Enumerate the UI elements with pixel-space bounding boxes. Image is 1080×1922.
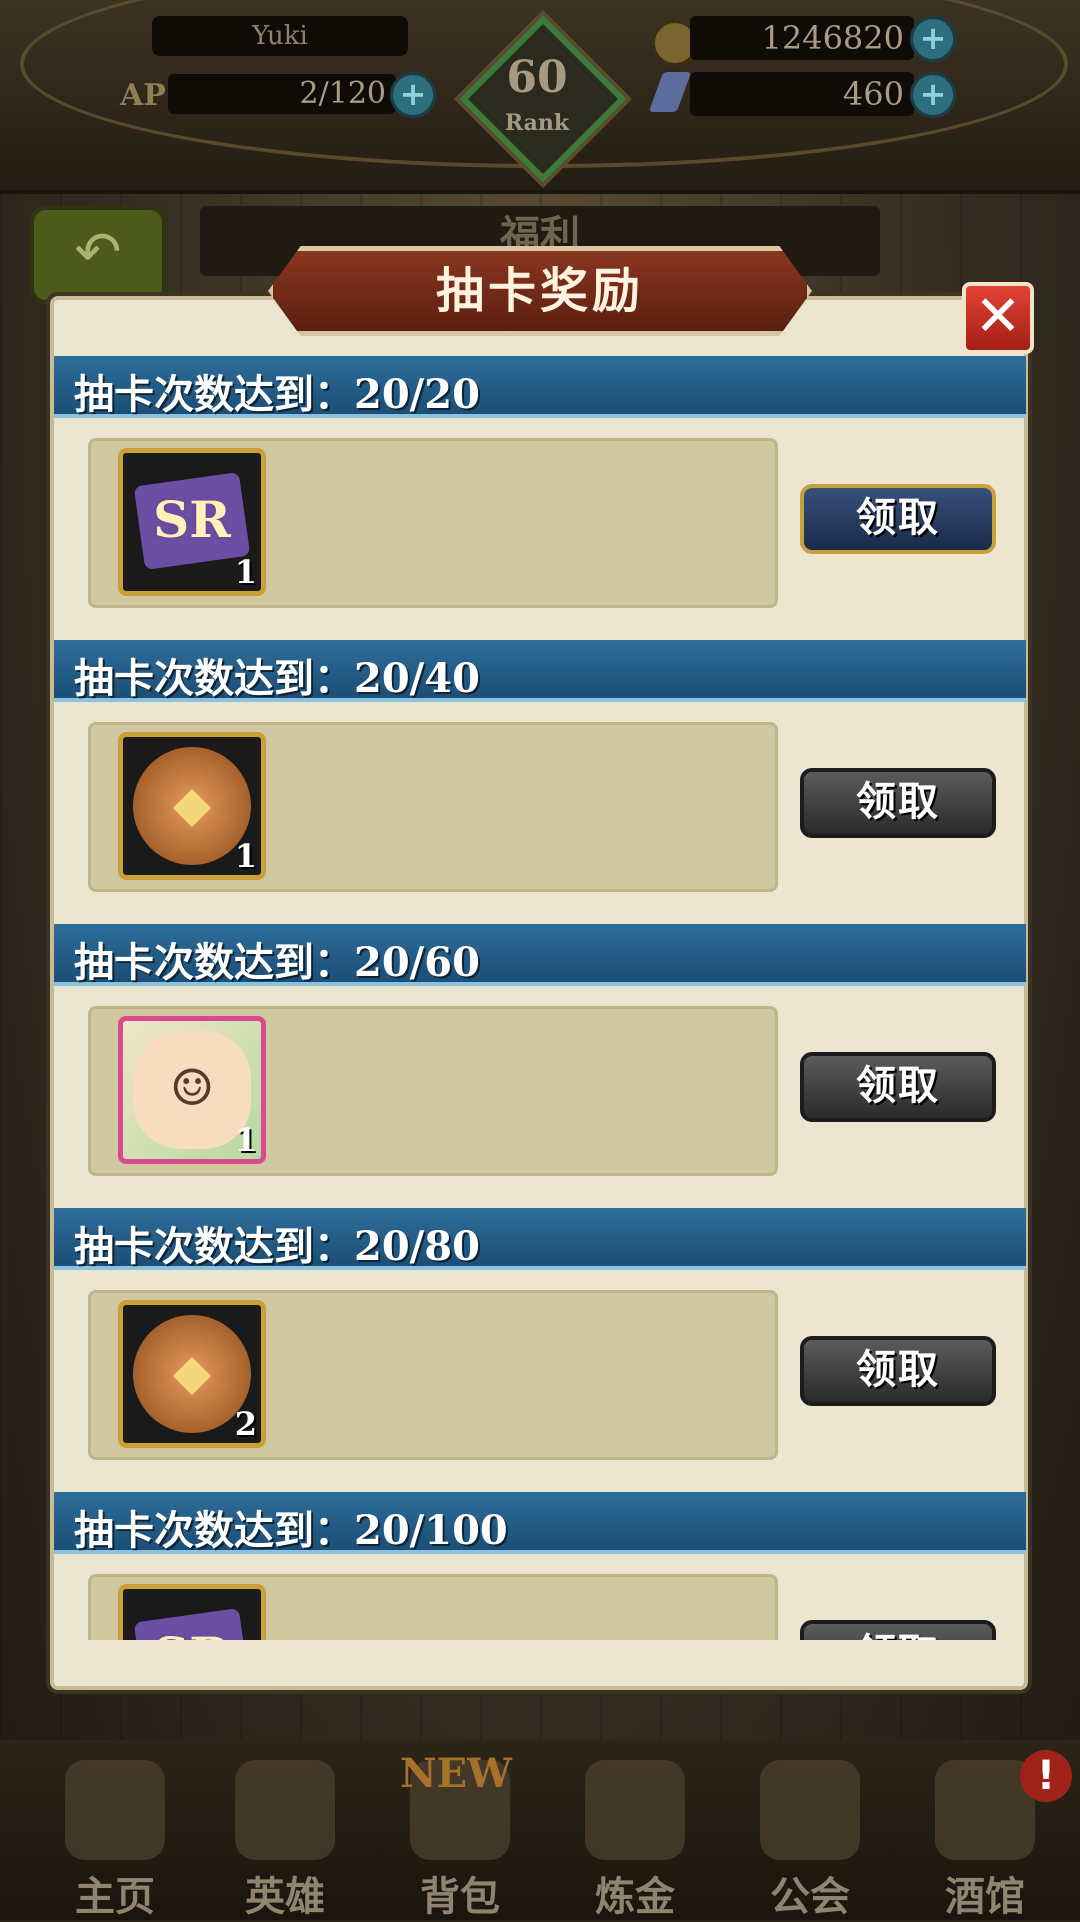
nav-item-alchemy[interactable]: 炼金 [550,1740,720,1920]
reward-item-header: 抽卡次数达到：20/80 [54,1208,1026,1270]
crest-icon[interactable]: ◆ 1 [118,732,266,880]
alert-badge: ! [1020,1750,1072,1802]
back-arrow-icon: ↶ [74,220,122,285]
ap-value: 2/120 [168,74,396,114]
reward-quantity: 1 [234,837,257,875]
player-name: Yuki [152,16,408,56]
nav-label: 主页 [75,1873,155,1920]
reward-requirement: 抽卡次数达到：20/80 [74,1223,480,1270]
nav-item-home[interactable]: 主页 [30,1740,200,1920]
reward-item: 抽卡次数达到：20/80 ◆ 2 领取 [54,1208,1026,1492]
reward-requirement: 抽卡次数达到：20/20 [74,371,480,418]
reward-glyph: SR [123,1589,261,1640]
add-ap-button[interactable]: + [390,72,436,118]
reward-quantity: 2 [234,1405,257,1443]
hero-helmet-icon [235,1760,335,1860]
reward-item-header: 抽卡次数达到：20/20 [54,356,1026,418]
new-badge: NEW [400,1750,512,1797]
nav-label: 酒馆 [945,1873,1025,1920]
nav-label: 炼金 [595,1873,675,1920]
sr-ticket-icon[interactable]: SR [118,1584,266,1640]
bottom-navigation: 主页 英雄 背包 炼金 公会 酒馆 [0,1740,1080,1920]
nav-item-guild[interactable]: 公会 [725,1740,895,1920]
reward-item-header: 抽卡次数达到：20/100 [54,1492,1026,1554]
add-gems-button[interactable]: + [910,72,956,118]
reward-item: 抽卡次数达到：20/20 SR 1 领取 [54,356,1026,640]
reward-item: 抽卡次数达到：20/40 ◆ 1 领取 [54,640,1026,924]
reward-item: 抽卡次数达到：20/60 ☺ 1 领取 [54,924,1026,1208]
ap-label: AP [120,78,166,113]
nav-label: 公会 [770,1873,850,1920]
reward-requirement: 抽卡次数达到：20/40 [74,655,480,702]
claim-button[interactable]: 领取 [800,768,996,838]
rank-badge: 60 Rank [459,15,627,183]
reward-quantity: 1 [234,553,257,591]
back-button[interactable]: ↶ [30,206,166,304]
modal-title: 抽卡奖励 [268,246,812,336]
top-status-bar: Yuki AP 2/120 + 60 Rank 1246820 + 460 + [0,0,1080,194]
nav-label: 英雄 [245,1873,325,1920]
reward-item-header: 抽卡次数达到：20/60 [54,924,1026,986]
hero-portrait-icon[interactable]: ☺ 1 [118,1016,266,1164]
claim-button[interactable]: 领取 [800,1620,996,1640]
claim-button[interactable]: 领取 [800,1336,996,1406]
rank-label: Rank [504,110,570,136]
reward-item-header: 抽卡次数达到：20/40 [54,640,1026,702]
reward-requirement: 抽卡次数达到：20/60 [74,939,480,986]
reward-requirement: 抽卡次数达到：20/100 [74,1507,508,1554]
crest-icon[interactable]: ◆ 2 [118,1300,266,1448]
coin-count: 1246820 [690,16,914,60]
nav-item-heroes[interactable]: 英雄 [200,1740,370,1920]
claim-button[interactable]: 领取 [800,1052,996,1122]
castle-icon [65,1760,165,1860]
sr-ticket-icon[interactable]: SR 1 [118,448,266,596]
close-button[interactable]: ✕ [962,282,1034,354]
add-coins-button[interactable]: + [910,16,956,62]
rank-number: 60 [506,52,568,103]
guild-shield-icon [760,1760,860,1860]
nav-label: 背包 [420,1873,500,1920]
gem-count: 460 [690,72,914,116]
reward-item: 抽卡次数达到：20/100 SR 领取 [54,1492,1026,1640]
claim-button[interactable]: 领取 [800,484,996,554]
reward-list[interactable]: 抽卡次数达到：20/20 SR 1 领取 抽卡次数达到：20/40 ◆ 1 领取… [54,356,1026,1640]
reward-quantity: 1 [234,1121,257,1159]
alchemy-flask-icon [585,1760,685,1860]
